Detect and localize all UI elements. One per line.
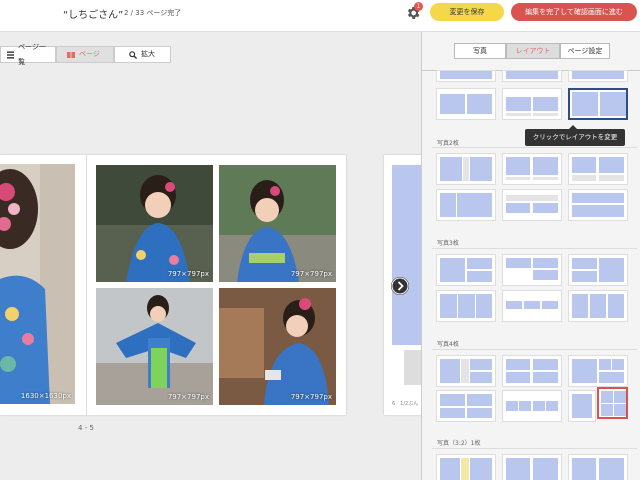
- layout-thumb[interactable]: [436, 390, 496, 422]
- section-divider: [432, 349, 637, 350]
- photo-size-label: 797×797px: [167, 270, 209, 278]
- page-view-label: ページ: [79, 50, 100, 58]
- zoom-button[interactable]: 拡大: [114, 46, 171, 63]
- next-page-layout-cell: [404, 350, 422, 385]
- layout-thumb[interactable]: [502, 70, 562, 82]
- photo-image: [219, 165, 336, 282]
- layout-thumb[interactable]: [436, 355, 496, 387]
- header: “しちごさん” 2 / 33 ページ完了 1 変更を保存 編集を完了して確認画面…: [0, 0, 640, 32]
- finish-edit-button[interactable]: 編集を完了して確認画面に進む: [511, 3, 637, 21]
- notification-badge: 1: [414, 2, 423, 11]
- tab-layout[interactable]: レイアウト: [506, 43, 560, 59]
- section-divider: [432, 147, 637, 148]
- tab-page-settings[interactable]: ページ設定: [560, 43, 610, 59]
- next-page-arrow-button[interactable]: [391, 277, 409, 295]
- layout-thumb[interactable]: [502, 88, 562, 120]
- photo-size-label: 1630×1630px: [20, 392, 71, 400]
- section-divider: [432, 448, 637, 449]
- layout-thumb-hover[interactable]: [597, 387, 628, 419]
- layout-thumb[interactable]: [436, 88, 496, 120]
- photo-3[interactable]: 797×797px: [96, 288, 213, 405]
- page-view-button[interactable]: ページ: [56, 46, 114, 63]
- photo-image: [96, 165, 213, 282]
- photo-size-label: 797×797px: [290, 270, 332, 278]
- photo-1[interactable]: 797×797px: [96, 165, 213, 282]
- page-list-button[interactable]: ページ一覧: [0, 43, 56, 66]
- layout-thumb[interactable]: [502, 189, 562, 221]
- layout-thumb[interactable]: [568, 153, 628, 185]
- spread-divider: [86, 155, 87, 415]
- photo-2[interactable]: 797×797px: [219, 165, 336, 282]
- layout-thumb[interactable]: [568, 454, 628, 480]
- layout-thumb[interactable]: [568, 189, 628, 221]
- section-label-4-photos: 写真4枚: [437, 341, 459, 348]
- list-icon: [7, 50, 15, 59]
- layout-thumb-selected[interactable]: [568, 88, 628, 120]
- book-icon: [67, 51, 75, 58]
- layout-thumb[interactable]: [502, 390, 562, 422]
- section-label-3-2-photos: 写真（3:2）1枚: [437, 440, 481, 447]
- layout-thumb[interactable]: [502, 153, 562, 185]
- layout-thumb[interactable]: [568, 254, 628, 286]
- section-divider: [432, 248, 637, 249]
- layout-thumb[interactable]: [568, 390, 596, 422]
- page-progress: 2 / 33 ページ完了: [124, 9, 182, 17]
- photo-large[interactable]: 1630×1630px: [0, 164, 75, 404]
- layout-thumb[interactable]: [568, 70, 628, 82]
- layout-panel: 写真 レイアウト ページ設定 写真2枚 写真3枚 写真4枚 写真（3:2）1枚: [421, 32, 640, 480]
- photo-image: [96, 288, 213, 405]
- layout-thumb[interactable]: [436, 290, 496, 322]
- photo-4[interactable]: 797×797px: [219, 288, 336, 405]
- photo-image: [219, 288, 336, 405]
- view-toolbar: ページ一覧 ページ 拡大: [0, 43, 171, 66]
- layout-thumb[interactable]: [568, 355, 628, 387]
- layout-thumb[interactable]: [502, 290, 562, 322]
- layout-tooltip: クリックでレイアウトを変更: [525, 125, 625, 146]
- tab-photos[interactable]: 写真: [454, 43, 506, 59]
- panel-tabs: 写真 レイアウト ページ設定: [454, 43, 610, 59]
- layout-thumb[interactable]: [436, 254, 496, 286]
- layout-thumb[interactable]: [436, 189, 496, 221]
- next-page-caption: 6 1/2ぶん: [392, 401, 419, 407]
- photo-size-label: 797×797px: [290, 393, 332, 401]
- layout-thumb[interactable]: [502, 254, 562, 286]
- photo-size-label: 797×797px: [167, 393, 209, 401]
- page-list-label: ページ一覧: [18, 42, 46, 66]
- photo-image: [0, 164, 75, 404]
- section-label-2-photos: 写真2枚: [437, 140, 459, 147]
- page-number: 4 - 5: [78, 424, 94, 432]
- layout-thumb[interactable]: [502, 454, 562, 480]
- chevron-right-icon: [391, 277, 409, 295]
- save-button[interactable]: 変更を保存: [430, 3, 504, 21]
- search-icon: [129, 50, 137, 59]
- next-page-layout-cell: [392, 165, 422, 345]
- section-label-3-photos: 写真3枚: [437, 240, 459, 247]
- zoom-label: 拡大: [141, 50, 155, 58]
- layout-thumb[interactable]: [568, 290, 628, 322]
- layout-thumb[interactable]: [502, 355, 562, 387]
- layout-thumb[interactable]: [436, 454, 496, 480]
- layout-thumb[interactable]: [436, 70, 496, 82]
- layout-thumb[interactable]: [436, 153, 496, 185]
- album-title: “しちごさん”: [63, 10, 124, 21]
